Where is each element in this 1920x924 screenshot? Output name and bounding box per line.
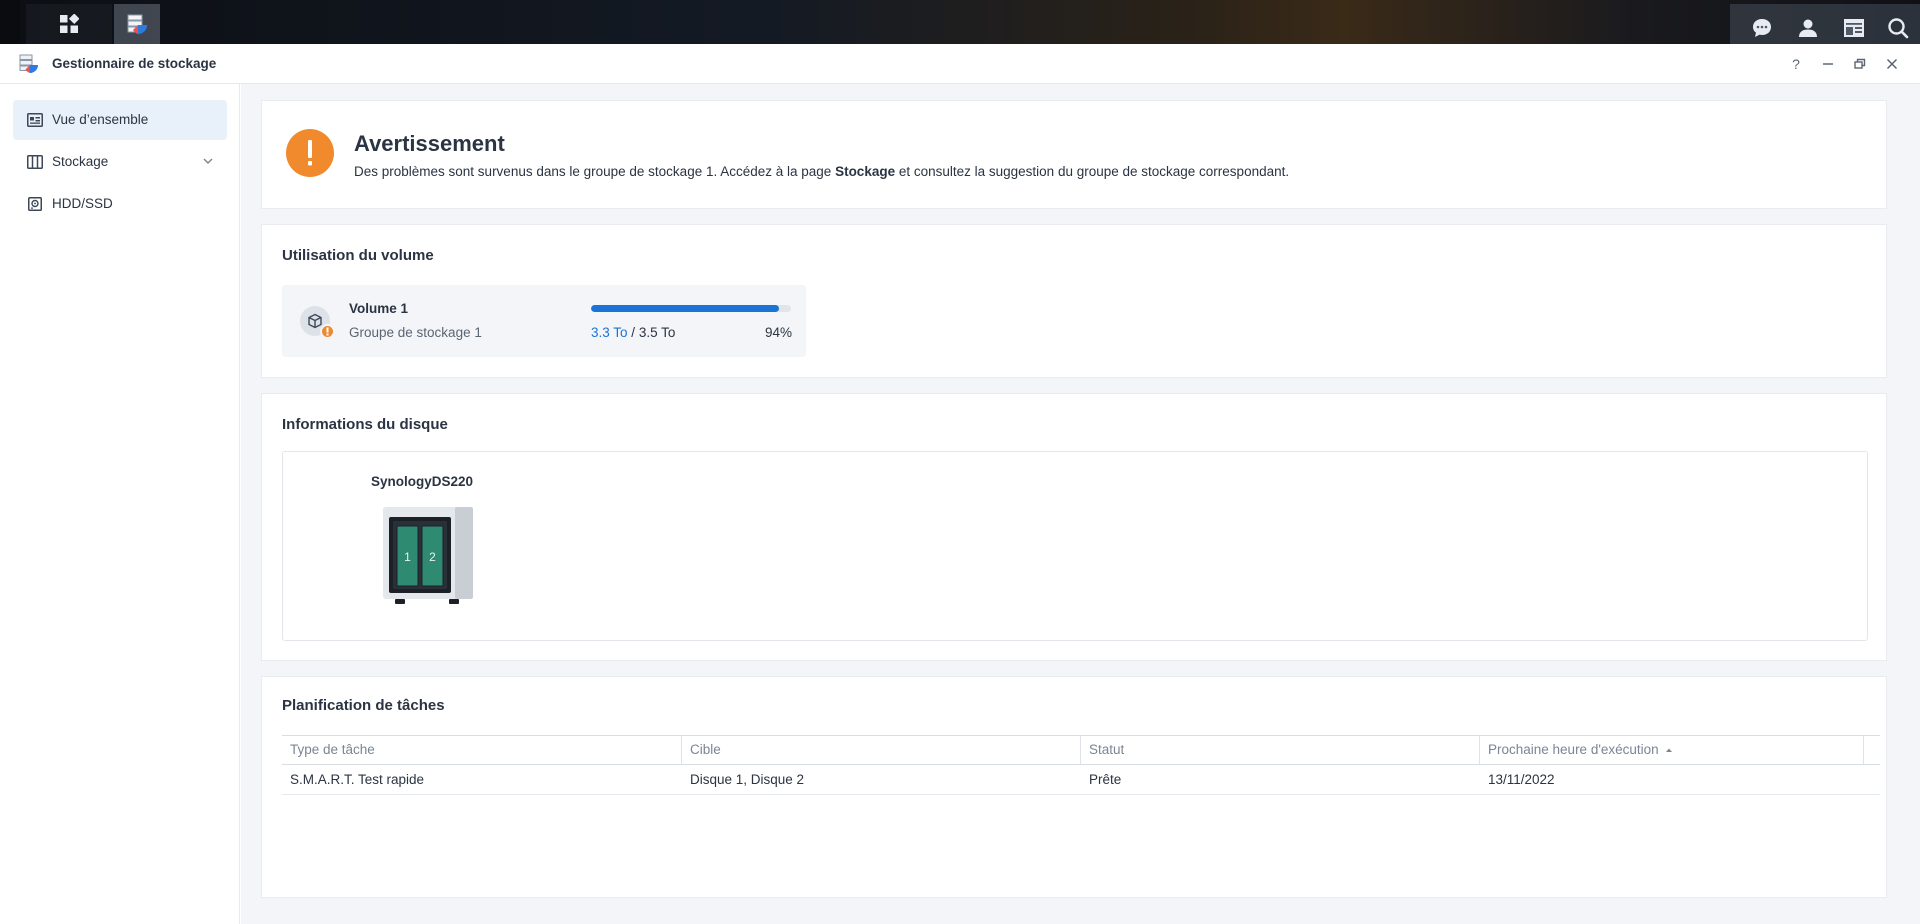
user-icon[interactable] [1788, 8, 1828, 48]
grid-menu-icon [60, 14, 79, 33]
volume-name: Volume 1 [349, 301, 409, 316]
cell-target: Disque 1, Disque 2 [690, 772, 805, 787]
storage-manager-icon [19, 54, 38, 73]
warning-message-part: Des problèmes sont survenus dans le grou… [354, 164, 836, 179]
column-header-label: Prochaine heure d'exécution [1488, 742, 1659, 757]
storage-manager-window: Gestionnaire de stockage ? Vue d’ensembl… [0, 44, 1920, 924]
disk-info-card: Informations du disque SynologyDS220 1 2 [261, 393, 1887, 661]
disk-bay-1-label: 1 [404, 550, 411, 564]
main-content: Avertissement Des problèmes sont survenu… [241, 84, 1920, 924]
warning-icon [286, 129, 334, 177]
table-row[interactable]: S.M.A.R.T. Test rapide Disque 1, Disque … [282, 765, 1880, 795]
sidebar-item-storage[interactable]: Stockage [13, 142, 227, 182]
storage-manager-icon [127, 14, 147, 34]
overview-icon [27, 113, 43, 127]
cell-status: Prête [1089, 772, 1122, 787]
volume-usage-card: Utilisation du volume Volume 1 Groupe de… [261, 224, 1887, 378]
storage-page-link: Stockage [835, 164, 896, 179]
task-scheduling-card: Planification de tâches Type de tâche Ci… [261, 676, 1887, 898]
sidebar-item-hdd-ssd[interactable]: HDD/SSD [13, 184, 227, 224]
minimize-button[interactable] [1818, 54, 1838, 74]
table-header: Type de tâche Cible Statut Prochaine heu… [282, 735, 1880, 765]
volume-total: 3.5 To [638, 325, 676, 340]
disk-device-panel: SynologyDS220 1 2 [282, 451, 1868, 641]
warning-card: Avertissement Des problèmes sont survenu… [261, 100, 1887, 209]
section-title: Utilisation du volume [282, 247, 434, 264]
chevron-down-icon[interactable] [201, 154, 215, 168]
storage-icon [27, 155, 43, 169]
storage-manager-taskbar-button[interactable] [114, 4, 160, 44]
column-header-task-type[interactable]: Type de tâche [282, 736, 682, 764]
notifications-chat-icon[interactable] [1742, 8, 1782, 48]
volume-usage-bar [591, 305, 791, 312]
widgets-icon[interactable] [1834, 8, 1874, 48]
disk-bay-2-label: 2 [429, 550, 436, 564]
window-titlebar[interactable]: Gestionnaire de stockage ? [0, 44, 1920, 84]
taskbar-edge [0, 0, 20, 44]
cell-task-type: S.M.A.R.T. Test rapide [290, 772, 425, 787]
sort-ascending-icon [1666, 748, 1673, 753]
warning-message-part: et consultez la suggestion du groupe de … [895, 164, 1290, 179]
column-header-next-run[interactable]: Prochaine heure d'exécution [1480, 736, 1864, 764]
warning-title: Avertissement [354, 131, 505, 156]
volume-item[interactable]: Volume 1 Groupe de stockage 1 3.3 To / 3… [282, 285, 806, 357]
volume-warning-icon [320, 324, 335, 339]
sidebar-item-label: Vue d’ensemble [52, 112, 149, 127]
volume-usage-percent: 94% [764, 325, 792, 340]
disk-icon [28, 197, 42, 211]
nas-device-icon[interactable]: 1 2 [383, 507, 475, 605]
section-title: Informations du disque [282, 416, 448, 433]
volume-storage-pool: Groupe de stockage 1 [349, 325, 482, 340]
window-title: Gestionnaire de stockage [52, 56, 217, 71]
volume-usage-text: 3.3 To / 3.5 To [591, 325, 675, 340]
volume-usage-bar-fill [591, 305, 779, 312]
sidebar-item-overview[interactable]: Vue d’ensemble [13, 100, 227, 140]
minimize-icon [1823, 63, 1833, 65]
cell-next-run: 13/11/2022 [1488, 772, 1555, 787]
taskbar-tray [1730, 4, 1920, 44]
close-button[interactable] [1882, 54, 1902, 74]
column-header-target[interactable]: Cible [682, 736, 1081, 764]
sidebar: Vue d’ensemble Stockage HDD/SSD [0, 84, 240, 924]
taskbar [0, 0, 1920, 44]
column-header-status[interactable]: Statut [1081, 736, 1480, 764]
sidebar-item-label: HDD/SSD [52, 196, 113, 211]
main-menu-button[interactable] [26, 4, 112, 44]
restore-button[interactable] [1850, 54, 1870, 74]
volume-used: 3.3 To [591, 325, 628, 340]
close-icon [1886, 58, 1898, 70]
device-name: SynologyDS220 [371, 474, 474, 489]
section-title: Planification de tâches [282, 697, 445, 714]
search-icon[interactable] [1878, 8, 1918, 48]
sidebar-item-label: Stockage [52, 154, 109, 169]
restore-icon [1854, 58, 1866, 69]
help-button[interactable]: ? [1786, 54, 1806, 74]
warning-message: Des problèmes sont survenus dans le grou… [354, 164, 1289, 179]
volume-usage-separator: / [627, 325, 639, 340]
